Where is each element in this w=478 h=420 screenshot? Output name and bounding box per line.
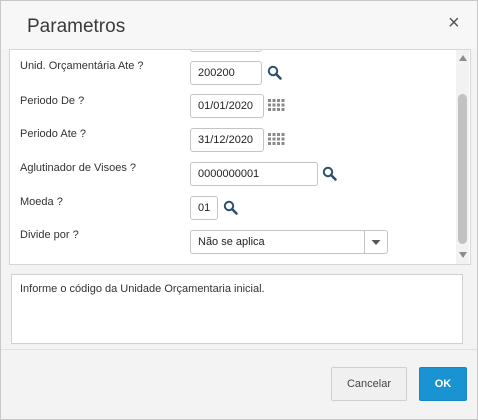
aglutinador-input[interactable]: 0000000001 (190, 162, 318, 186)
cancel-button[interactable]: Cancelar (331, 367, 407, 401)
unid-ate-input[interactable]: 200200 (190, 61, 262, 85)
moeda-input[interactable]: 01 (190, 196, 218, 220)
close-icon[interactable]: × (448, 13, 460, 33)
chevron-down-icon[interactable] (364, 231, 387, 253)
dialog-title: Parametros (27, 16, 126, 37)
ok-button[interactable]: OK (419, 367, 467, 401)
dialog-header: Parametros × (1, 1, 477, 49)
parameters-panel: Unid. Orçamentária Ate ? 200200 Periodo … (9, 49, 471, 265)
partial-field[interactable] (190, 50, 262, 52)
help-text: Informe o código da Unidade Orçamentaria… (20, 283, 265, 295)
periodo-ate-label: Periodo Ate ? (20, 128, 87, 140)
aglutinador-label: Aglutinador de Visoes ? (20, 162, 136, 174)
scrollbar-thumb[interactable] (458, 94, 467, 244)
footer-divider (1, 349, 477, 350)
periodo-de-label: Periodo De ? (20, 95, 85, 107)
unid-ate-label: Unid. Orçamentária Ate ? (20, 60, 144, 72)
calendar-icon[interactable] (267, 131, 285, 149)
calendar-icon[interactable] (267, 97, 285, 115)
scroll-down-arrow[interactable] (459, 252, 467, 258)
scroll-up-arrow[interactable] (459, 55, 467, 61)
search-icon[interactable] (266, 64, 284, 82)
divide-por-label: Divide por ? (20, 229, 79, 241)
divide-por-value: Não se aplica (198, 236, 265, 248)
panel-scrollbar[interactable] (456, 50, 469, 264)
periodo-ate-input[interactable]: 31/12/2020 (190, 128, 264, 152)
periodo-de-input[interactable]: 01/01/2020 (190, 94, 264, 118)
parametros-dialog: Parametros × Unid. Orçamentária Ate ? 20… (0, 0, 478, 420)
search-icon[interactable] (222, 199, 240, 217)
help-text-box: Informe o código da Unidade Orçamentaria… (11, 274, 463, 344)
moeda-label: Moeda ? (20, 196, 63, 208)
search-icon[interactable] (321, 165, 339, 183)
divide-por-select[interactable]: Não se aplica (190, 230, 388, 254)
